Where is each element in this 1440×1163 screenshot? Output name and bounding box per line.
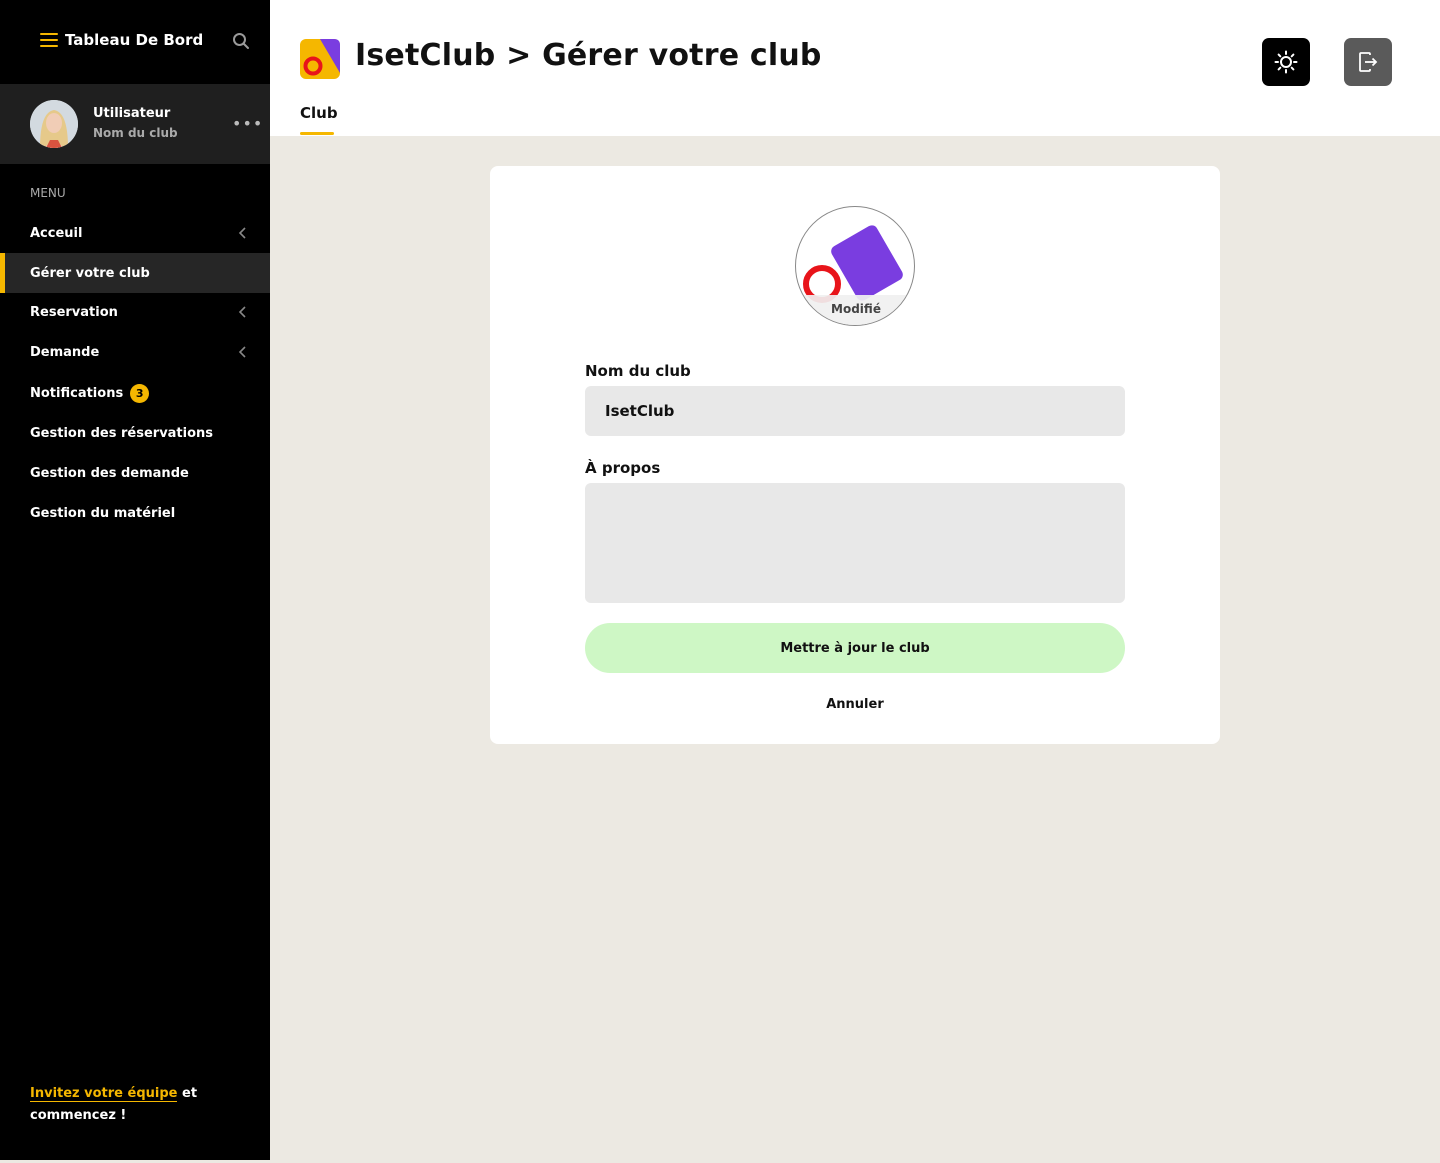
sidebar-item-gerer-club[interactable]: Gérer votre club [0,253,270,293]
about-textarea[interactable] [585,483,1125,603]
club-name-label: Nom du club [585,362,691,380]
page-header: IsetClub > Gérer votre club Club [270,0,1440,136]
cancel-button[interactable]: Annuler [826,697,884,712]
chevron-left-icon [238,306,246,318]
sidebar-item-label: Demande [30,344,100,360]
sidebar-item-reservation[interactable]: Reservation [0,292,270,332]
chevron-left-icon [238,346,246,358]
invite-text-rest-2: commencez ! [30,1108,127,1123]
user-club-name: Nom du club [93,126,178,140]
user-name: Utilisateur [93,106,171,121]
avatar [30,100,78,148]
sidebar-item-label: Gestion du matériel [30,505,176,521]
more-options-icon[interactable]: ••• [232,114,263,133]
tab-active-indicator [300,132,334,135]
club-name-input[interactable] [585,386,1125,436]
sidebar: Tableau De Bord Utilisateur Nom du club … [0,0,270,1160]
club-form-card: Modifié Nom du club À propos Mettre à jo… [490,166,1220,744]
sidebar-item-label: Gestion des réservations [30,425,214,441]
sidebar-item-label: Acceuil [30,225,83,241]
logout-button[interactable] [1344,38,1392,86]
tab-club[interactable]: Club [300,104,338,122]
about-label: À propos [585,459,661,477]
invite-team-text: Invitez votre équipe et commencez ! [30,1083,230,1127]
logout-icon [1359,52,1378,72]
chevron-left-icon [238,227,246,239]
sidebar-item-demande[interactable]: Demande [0,332,270,372]
sidebar-title: Tableau De Bord [65,31,204,49]
menu-label: MENU [30,186,66,200]
sidebar-item-label: Notifications [30,385,124,401]
club-avatar-upload[interactable]: Modifié [795,206,915,326]
notification-count-badge: 3 [130,383,150,403]
user-profile: Utilisateur Nom du club ••• [0,84,270,164]
invite-team-link[interactable]: Invitez votre équipe [30,1086,178,1102]
sidebar-item-label: Gérer votre club [30,265,150,281]
sidebar-item-gestion-demande[interactable]: Gestion des demande [0,453,270,493]
theme-toggle-button[interactable] [1262,38,1310,86]
cancel-link: Annuler [490,697,1220,712]
club-logo-icon [300,39,340,79]
avatar-edit-caption: Modifié [796,295,914,325]
sidebar-item-acceuil[interactable]: Acceuil [0,213,270,253]
search-icon[interactable] [232,32,250,50]
sidebar-item-gestion-reservations[interactable]: Gestion des réservations [0,413,270,453]
sidebar-item-gestion-materiel[interactable]: Gestion du matériel [0,493,270,533]
page-title: IsetClub > Gérer votre club [355,38,822,73]
hamburger-menu-icon[interactable] [40,33,58,47]
sidebar-item-notifications[interactable]: Notifications 3 [0,373,270,413]
invite-text-rest: et [177,1086,198,1101]
sidebar-item-label: Reservation [30,304,118,320]
update-club-button[interactable]: Mettre à jour le club [585,623,1125,673]
sun-icon [1274,50,1298,74]
sidebar-item-label: Gestion des demande [30,465,189,481]
